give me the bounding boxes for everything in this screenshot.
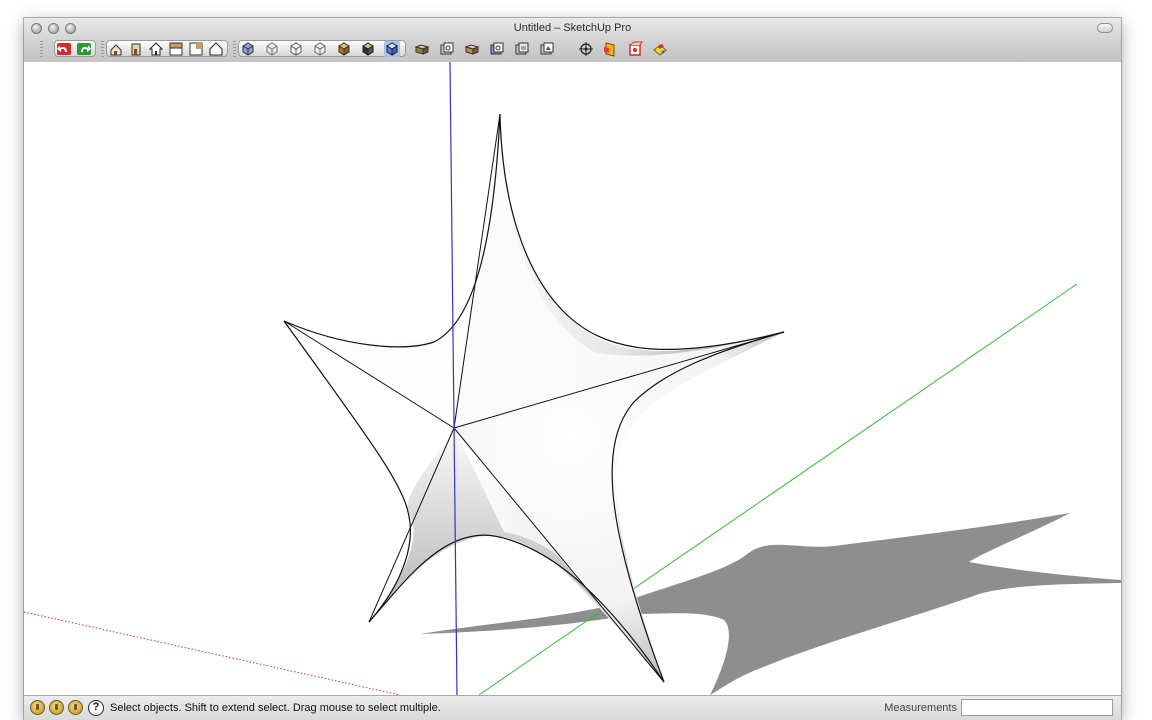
back-view-icon[interactable]: [188, 41, 204, 57]
measurements-label: Measurements: [884, 702, 957, 714]
front-view-icon[interactable]: [148, 41, 164, 57]
shaded-textures-icon[interactable]: [336, 41, 352, 57]
toolbar-grip[interactable]: [233, 41, 236, 57]
undo-icon[interactable]: [56, 41, 72, 57]
status-message: Select objects. Shift to extend select. …: [110, 702, 441, 714]
toolbar-grip[interactable]: [40, 41, 43, 57]
top-view-icon[interactable]: [168, 41, 184, 57]
crosshair-icon[interactable]: [578, 41, 594, 57]
status-bar: ? Select objects. Shift to extend select…: [24, 695, 1121, 720]
components-icon[interactable]: [627, 41, 643, 57]
xray-icon[interactable]: [240, 41, 256, 57]
measurements-input[interactable]: [961, 699, 1113, 716]
section-plane-icon[interactable]: [602, 41, 618, 57]
toolbar: [24, 38, 1121, 60]
paint-bucket-icon[interactable]: [652, 41, 668, 57]
red-axis-line: [24, 611, 401, 696]
iso-view-icon[interactable]: [108, 41, 124, 57]
hidden-line-icon[interactable]: [288, 41, 304, 57]
shaded-icon[interactable]: [312, 41, 328, 57]
zoom-window-icon[interactable]: [489, 41, 505, 57]
monochrome-icon[interactable]: [360, 41, 376, 57]
credits-icon[interactable]: [49, 700, 64, 715]
pan-icon[interactable]: [439, 41, 455, 57]
model-canvas[interactable]: [24, 61, 1121, 696]
help-icon[interactable]: ?: [88, 700, 104, 716]
left-view-icon[interactable]: [208, 41, 224, 57]
wireframe-icon[interactable]: [264, 41, 280, 57]
geo-location-icon[interactable]: [30, 700, 45, 715]
right-view-icon[interactable]: [128, 41, 144, 57]
monochrome-selected-icon[interactable]: [384, 41, 400, 57]
app-window: Untitled – SketchUp Pro ? Select objects…: [24, 18, 1121, 720]
toolbar-grip[interactable]: [101, 41, 104, 57]
window-title: Untitled – SketchUp Pro: [513, 22, 632, 34]
previous-view-icon[interactable]: [514, 41, 530, 57]
toolbar-toggle-button[interactable]: [1097, 23, 1113, 33]
redo-icon[interactable]: [76, 41, 92, 57]
titlebar: Untitled – SketchUp Pro: [24, 18, 1121, 63]
drawing-viewport[interactable]: [24, 61, 1121, 696]
zoom-icon[interactable]: [464, 41, 480, 57]
user-icon[interactable]: [68, 700, 83, 715]
orbit-icon[interactable]: [414, 41, 430, 57]
zoom-extents-icon[interactable]: [539, 41, 555, 57]
